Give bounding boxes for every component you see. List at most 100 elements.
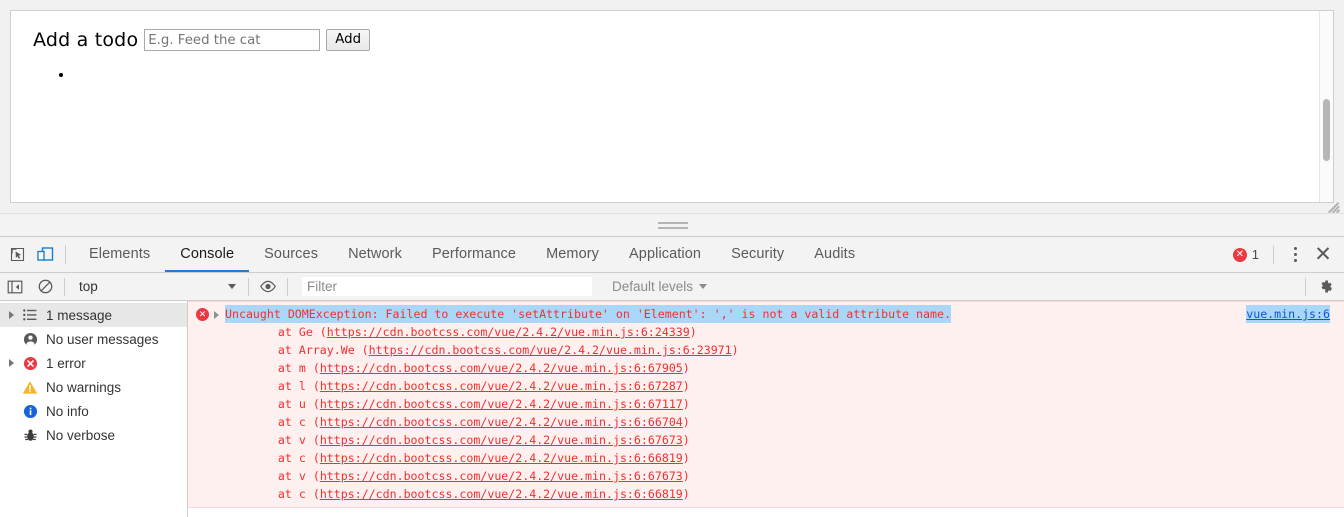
sidebar-item-user-messages[interactable]: No user messages (0, 327, 187, 351)
expand-triangle-icon[interactable] (4, 359, 18, 367)
expand-triangle-icon[interactable] (4, 311, 18, 319)
settings-gear-icon[interactable] (1310, 278, 1340, 295)
error-icon: ✕ (1232, 247, 1247, 262)
console-filter-bar: top Default levels (0, 273, 1344, 301)
stack-frame-url[interactable]: https://cdn.bootcss.com/vue/2.4.2/vue.mi… (320, 415, 683, 429)
sidebar-item-warnings[interactable]: No warnings (0, 375, 187, 399)
stack-frame-url[interactable]: https://cdn.bootcss.com/vue/2.4.2/vue.mi… (320, 433, 683, 447)
stack-frame-fn: at Array.We ( (250, 343, 369, 357)
page-scrollbar-thumb[interactable] (1323, 99, 1330, 161)
stack-frame-fn: at u ( (250, 397, 320, 411)
viewport-resize-grip[interactable] (1326, 197, 1342, 213)
stack-line: at u (https://cdn.bootcss.com/vue/2.4.2/… (250, 395, 1344, 413)
expand-triangle-icon[interactable] (214, 311, 225, 319)
filterbar-divider-4 (1305, 277, 1306, 296)
inspect-element-icon-svg (10, 247, 24, 262)
stack-frame-url[interactable]: https://cdn.bootcss.com/vue/2.4.2/vue.mi… (327, 325, 690, 339)
chevron-down-icon (228, 284, 236, 289)
live-expression-eye-icon[interactable] (253, 280, 283, 293)
stack-frame-fn: at m ( (250, 361, 320, 375)
console-body: 1 message No user messages 1 error No wa… (0, 301, 1344, 517)
tab-performance[interactable]: Performance (417, 237, 531, 272)
execution-context-dropdown[interactable]: top (69, 279, 244, 294)
sidebar-item-label: No user messages (46, 331, 159, 347)
stack-line: at l (https://cdn.bootcss.com/vue/2.4.2/… (250, 377, 1344, 395)
stack-frame-fn: at Ge ( (250, 325, 327, 339)
tab-elements[interactable]: Elements (74, 237, 165, 272)
tab-sources[interactable]: Sources (249, 237, 333, 272)
error-icon (18, 356, 42, 371)
inspect-element-icon[interactable] (3, 237, 31, 272)
stack-frame-url[interactable]: https://cdn.bootcss.com/vue/2.4.2/vue.mi… (320, 451, 683, 465)
stack-frame-close: ) (731, 343, 739, 357)
filterbar-right (1301, 277, 1344, 296)
stack-line: at c (https://cdn.bootcss.com/vue/2.4.2/… (250, 449, 1344, 467)
devtools-splitter[interactable] (0, 213, 1344, 237)
execution-context-value: top (79, 279, 98, 294)
stack-frame-close: ) (682, 451, 690, 465)
sidebar-item-label: No verbose (46, 427, 116, 443)
toolbar-divider (65, 245, 66, 264)
stack-line: at c (https://cdn.bootcss.com/vue/2.4.2/… (250, 485, 1344, 503)
add-todo-button[interactable]: Add (326, 29, 371, 51)
stack-frame-url[interactable]: https://cdn.bootcss.com/vue/2.4.2/vue.mi… (320, 379, 683, 393)
sidebar-item-errors[interactable]: 1 error (0, 351, 187, 375)
console-sidebar-toggle-icon[interactable] (0, 280, 30, 294)
devtools-tabbar-right: ✕ 1 ✕ (1227, 237, 1344, 272)
stack-line: at v (https://cdn.bootcss.com/vue/2.4.2/… (250, 431, 1344, 449)
stack-frame-close: ) (682, 397, 690, 411)
stack-line: at Ge (https://cdn.bootcss.com/vue/2.4.2… (250, 323, 1344, 341)
list-item[interactable] (73, 67, 1333, 85)
error-icon-svg (23, 356, 37, 370)
splitter-grip-icon[interactable] (658, 222, 688, 232)
browser-window: Add a todo Add (0, 0, 1344, 517)
stack-frame-close: ) (682, 433, 690, 447)
stack-frame-close: ) (682, 415, 690, 429)
warning-icon (18, 380, 42, 395)
error-icon: ✕ (196, 308, 209, 321)
error-source-link[interactable]: vue.min.js:6 (1246, 305, 1330, 323)
log-levels-dropdown[interactable]: Default levels (612, 279, 708, 294)
stack-frame-fn: at c ( (250, 487, 320, 501)
tab-application[interactable]: Application (614, 237, 716, 272)
stack-frame-url[interactable]: https://cdn.bootcss.com/vue/2.4.2/vue.mi… (320, 469, 683, 483)
sidebar-item-info[interactable]: No info (0, 399, 187, 423)
list-icon (18, 309, 42, 321)
stack-line: at c (https://cdn.bootcss.com/vue/2.4.2/… (250, 413, 1344, 431)
device-toolbar-icon[interactable] (31, 237, 59, 272)
close-icon[interactable]: ✕ (1308, 244, 1338, 265)
filterbar-divider-3 (287, 277, 288, 296)
tab-network[interactable]: Network (333, 237, 417, 272)
stack-line: at Array.We (https://cdn.bootcss.com/vue… (250, 341, 1344, 359)
error-message-text: Uncaught DOMException: Failed to execute… (225, 305, 951, 323)
sidebar-item-messages[interactable]: 1 message (0, 303, 187, 327)
error-stack-trace: at Ge (https://cdn.bootcss.com/vue/2.4.2… (188, 323, 1344, 503)
stack-frame-close: ) (682, 379, 690, 393)
tab-audits[interactable]: Audits (799, 237, 870, 272)
stack-line: at v (https://cdn.bootcss.com/vue/2.4.2/… (250, 467, 1344, 485)
stack-frame-url[interactable]: https://cdn.bootcss.com/vue/2.4.2/vue.mi… (369, 343, 732, 357)
stack-frame-close: ) (682, 361, 690, 375)
stack-frame-fn: at l ( (250, 379, 320, 393)
info-icon-svg (23, 404, 37, 418)
kebab-menu-icon[interactable] (1282, 247, 1308, 262)
error-message-header: ✕ Uncaught DOMException: Failed to execu… (188, 305, 1344, 323)
stack-frame-fn: at v ( (250, 469, 320, 483)
tab-console[interactable]: Console (165, 237, 250, 272)
console-filter-input[interactable] (302, 277, 592, 296)
stack-frame-url[interactable]: https://cdn.bootcss.com/vue/2.4.2/vue.mi… (320, 487, 683, 501)
eye-icon-svg (260, 280, 276, 293)
console-error-message[interactable]: ✕ Uncaught DOMException: Failed to execu… (188, 301, 1344, 508)
stack-frame-url[interactable]: https://cdn.bootcss.com/vue/2.4.2/vue.mi… (320, 361, 683, 375)
chevron-down-icon (699, 284, 708, 289)
sidebar-item-verbose[interactable]: No verbose (0, 423, 187, 447)
tab-memory[interactable]: Memory (531, 237, 614, 272)
clear-console-icon[interactable] (30, 279, 60, 294)
page-scrollbar[interactable] (1319, 11, 1333, 202)
warning-icon-svg (22, 380, 38, 394)
stack-frame-url[interactable]: https://cdn.bootcss.com/vue/2.4.2/vue.mi… (320, 397, 683, 411)
todo-input[interactable] (144, 29, 321, 51)
todo-app: Add a todo Add (11, 11, 1333, 85)
tab-security[interactable]: Security (716, 237, 799, 272)
error-count-badge[interactable]: ✕ 1 (1227, 247, 1265, 262)
